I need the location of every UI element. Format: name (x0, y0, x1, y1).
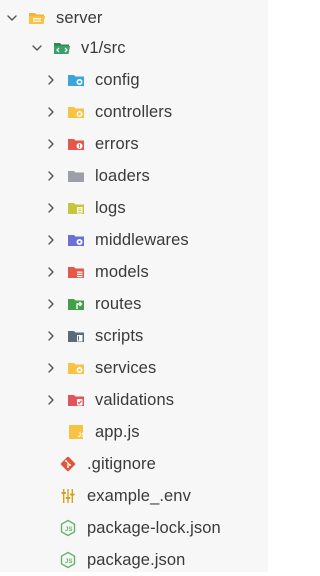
npm-json-icon: JS (59, 519, 77, 537)
folder-open-icon (53, 39, 71, 57)
chevron-right-icon[interactable] (43, 328, 59, 344)
tree-item-label: package.json (87, 550, 186, 569)
svg-text:JS: JS (65, 527, 73, 533)
js-file-icon: JS (67, 423, 85, 441)
folder-errors-icon (67, 135, 85, 153)
tree-item-validations[interactable]: validations (0, 384, 268, 416)
tree-item-label: logs (95, 198, 126, 217)
tree-item-models[interactable]: models (0, 256, 268, 288)
tree-item-label: example_.env (87, 486, 191, 505)
tree-item-loaders[interactable]: loaders (0, 160, 268, 192)
tree-item-label: server (56, 8, 103, 27)
svg-text:JS: JS (65, 559, 73, 565)
git-icon (59, 455, 77, 473)
tree-item-config[interactable]: config (0, 64, 268, 96)
tree-item-label: config (95, 70, 140, 89)
chevron-right-icon[interactable] (43, 360, 59, 376)
env-file-icon (59, 487, 77, 505)
tree-item-gitignore[interactable]: .gitignore (0, 448, 268, 480)
folder-validations-icon (67, 391, 85, 409)
npm-json-icon: JS (59, 551, 77, 569)
tree-item-server[interactable]: server (0, 2, 268, 34)
chevron-right-icon[interactable] (43, 136, 59, 152)
tree-item-label: scripts (95, 326, 144, 345)
chevron-right-icon[interactable] (43, 104, 59, 120)
tree-item-label: package-lock.json (87, 518, 221, 537)
tree-item-errors[interactable]: errors (0, 128, 268, 160)
tree-item-label: .gitignore (87, 454, 156, 473)
chevron-right-icon[interactable] (43, 296, 59, 312)
tree-item-app-js[interactable]: JS app.js (0, 416, 268, 448)
folder-scripts-icon (67, 327, 85, 345)
tree-item-label: validations (95, 390, 175, 409)
folder-open-icon (28, 9, 46, 27)
folder-controllers-icon (67, 103, 85, 121)
tree-item-controllers[interactable]: controllers (0, 96, 268, 128)
chevron-down-icon[interactable] (4, 10, 20, 26)
folder-config-icon (67, 71, 85, 89)
tree-item-services[interactable]: services (0, 352, 268, 384)
tree-item-package-lock-json[interactable]: JS package-lock.json (0, 512, 268, 544)
chevron-right-icon[interactable] (43, 72, 59, 88)
tree-item-label: routes (95, 294, 142, 313)
tree-item-label: loaders (95, 166, 150, 185)
tree-item-example-env[interactable]: example_.env (0, 480, 268, 512)
tree-item-label: app.js (95, 422, 140, 441)
chevron-right-icon[interactable] (43, 232, 59, 248)
folder-logs-icon (67, 199, 85, 217)
tree-item-scripts[interactable]: scripts (0, 320, 268, 352)
tree-item-v1-src[interactable]: v1/src (0, 32, 268, 64)
folder-routes-icon (67, 295, 85, 313)
tree-item-label: errors (95, 134, 139, 153)
folder-services-icon (67, 359, 85, 377)
chevron-right-icon[interactable] (43, 200, 59, 216)
chevron-down-icon[interactable] (29, 40, 45, 56)
file-explorer-tree: server v1/src config controllers errors … (0, 0, 268, 572)
chevron-right-icon[interactable] (43, 264, 59, 280)
folder-middlewares-icon (67, 231, 85, 249)
tree-item-middlewares[interactable]: middlewares (0, 224, 268, 256)
tree-item-label: services (95, 358, 157, 377)
folder-loaders-icon (67, 167, 85, 185)
tree-item-logs[interactable]: logs (0, 192, 268, 224)
tree-item-label: v1/src (81, 38, 126, 57)
chevron-right-icon[interactable] (43, 392, 59, 408)
tree-item-package-json[interactable]: JS package.json (0, 544, 268, 576)
svg-text:JS: JS (78, 432, 86, 439)
folder-models-icon (67, 263, 85, 281)
chevron-right-icon[interactable] (43, 168, 59, 184)
tree-item-label: controllers (95, 102, 173, 121)
tree-item-label: middlewares (95, 230, 189, 249)
tree-item-label: models (95, 262, 149, 281)
tree-item-routes[interactable]: routes (0, 288, 268, 320)
